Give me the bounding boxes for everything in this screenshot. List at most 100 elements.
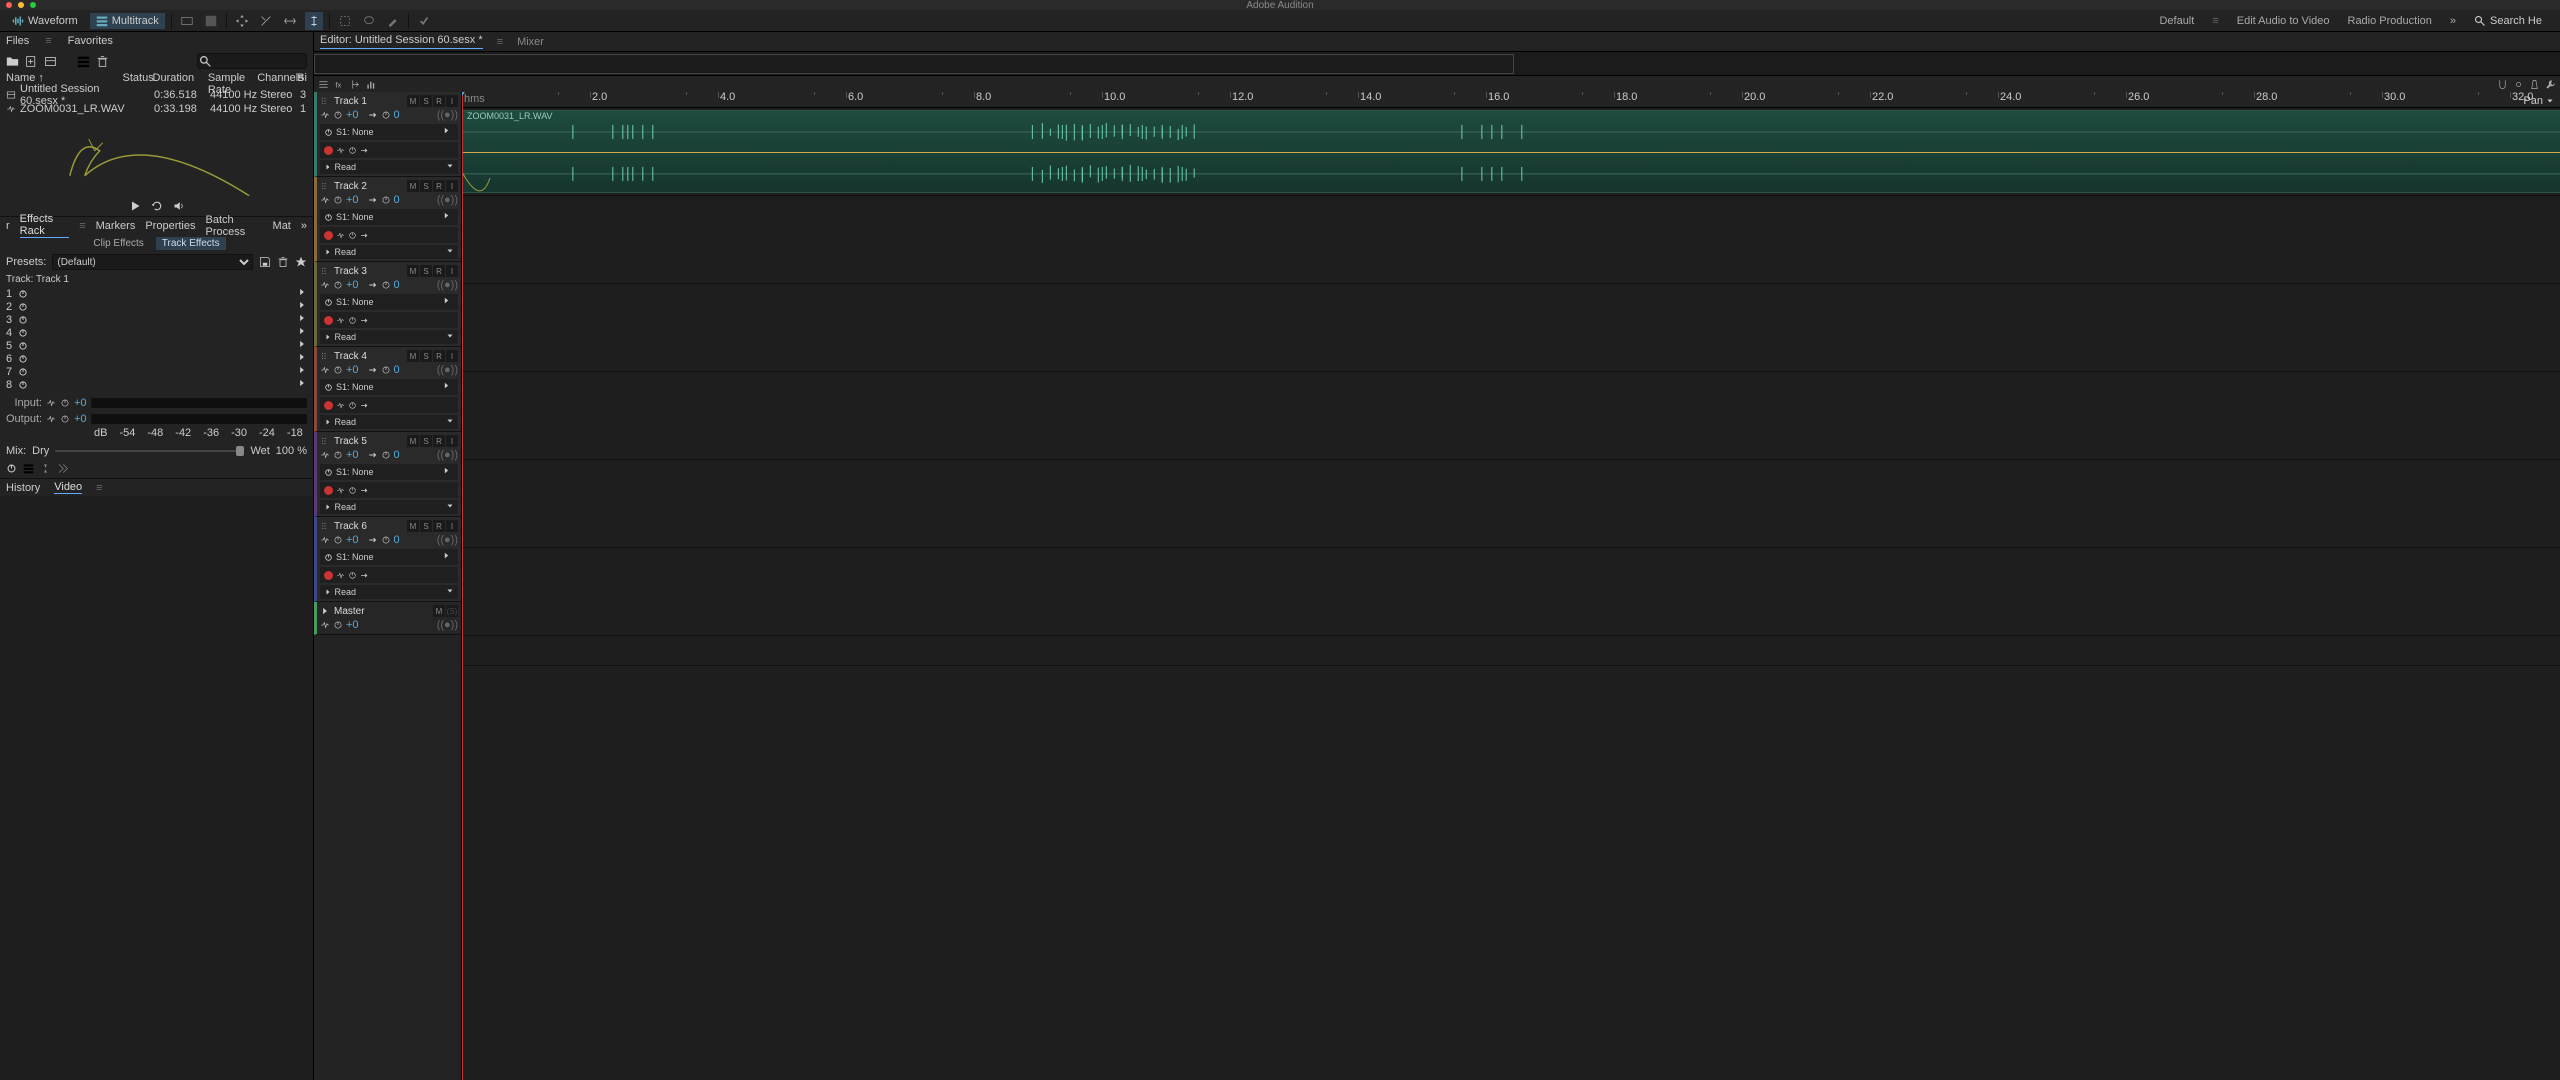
record-input[interactable] [320, 227, 458, 243]
fx-slot[interactable]: 2 [0, 300, 313, 313]
help-search[interactable]: Search He [2474, 15, 2542, 27]
mute-button[interactable]: M [407, 180, 419, 192]
window-maximize[interactable] [30, 2, 36, 8]
metronome-icon[interactable] [2529, 79, 2540, 90]
record-button[interactable]: R [433, 180, 445, 192]
mix-slider[interactable] [55, 450, 244, 452]
fx-slot[interactable]: 8 [0, 378, 313, 391]
record-input[interactable] [320, 397, 458, 413]
input-monitor-button[interactable]: I [446, 265, 458, 277]
input-monitor-button[interactable]: I [446, 350, 458, 362]
fx-list-icon[interactable] [23, 463, 34, 474]
automation-mode[interactable]: Read [320, 160, 458, 174]
track-header[interactable]: Track 3 MSRI +0 0 ((●)) S1: None Read [314, 262, 461, 347]
wrench-icon[interactable] [2545, 79, 2556, 90]
input-monitor-button[interactable]: I [446, 95, 458, 107]
tool-spectral-icon[interactable] [202, 12, 220, 30]
wet-percent[interactable]: 100 % [276, 445, 307, 457]
fx-apply-icon[interactable] [57, 463, 68, 474]
automation-mode[interactable]: Read [320, 585, 458, 599]
track-header[interactable]: Track 4 MSRI +0 0 ((●)) S1: None Read [314, 347, 461, 432]
workspace-radio-production[interactable]: Radio Production [2348, 15, 2432, 27]
record-button[interactable]: R [433, 520, 445, 532]
master-track-header[interactable]: Master M(S) +0((●)) [314, 602, 461, 635]
mute-button[interactable]: M [407, 520, 419, 532]
mute-button[interactable]: M [407, 350, 419, 362]
mute-button[interactable]: M [433, 605, 445, 617]
tool-marquee-icon[interactable] [336, 12, 354, 30]
toggle-eq-icon[interactable] [366, 79, 377, 90]
editor-tab[interactable]: Editor: Untitled Session 60.sesx * [320, 34, 483, 49]
tool-brush-icon[interactable] [384, 12, 402, 30]
track-lane[interactable] [462, 548, 2560, 636]
track-header[interactable]: Track 5 MSRI +0 0 ((●)) S1: None Read [314, 432, 461, 517]
playhead[interactable] [462, 92, 463, 1080]
toggle-sends-icon[interactable] [350, 79, 361, 90]
clip-effects-subtab[interactable]: Clip Effects [87, 237, 149, 250]
video-tab[interactable]: Video [54, 481, 82, 494]
autoplay-icon[interactable] [173, 200, 185, 212]
preset-save-icon[interactable] [259, 256, 271, 268]
send-slot[interactable]: S1: None [320, 124, 458, 140]
tool-lasso-icon[interactable] [360, 12, 378, 30]
mute-button[interactable]: M [407, 435, 419, 447]
fx-power-all-icon[interactable] [6, 463, 17, 474]
presets-select[interactable]: (Default) [52, 254, 253, 270]
workspace-more-icon[interactable]: » [2450, 15, 2456, 27]
mat-tab[interactable]: Mat [273, 220, 291, 232]
multitrack-view-button[interactable]: Multitrack [90, 13, 165, 29]
automation-mode[interactable]: Read [320, 245, 458, 259]
record-button[interactable]: R [433, 350, 445, 362]
master-lane[interactable] [462, 636, 2560, 666]
panel-tab-r[interactable]: r [6, 220, 10, 232]
fx-slot[interactable]: 4 [0, 326, 313, 339]
mute-button[interactable]: M [407, 95, 419, 107]
track-header[interactable]: Track 2 MSRI +0 0 ((●)) S1: None Read [314, 177, 461, 262]
solo-button[interactable]: S [420, 435, 432, 447]
solo-button[interactable]: S [420, 350, 432, 362]
fx-slot[interactable]: 5 [0, 339, 313, 352]
tool-slip-icon[interactable] [281, 12, 299, 30]
fx-slot[interactable]: 6 [0, 352, 313, 365]
history-tab[interactable]: History [6, 482, 40, 494]
toggle-fx-icon[interactable]: fx [334, 79, 345, 90]
ripple-icon[interactable] [2513, 79, 2524, 90]
open-file-icon[interactable] [6, 55, 19, 68]
tool-time-selection-icon[interactable] [305, 12, 323, 30]
tool-rectangle-icon[interactable] [178, 12, 196, 30]
preset-favorite-icon[interactable] [295, 256, 307, 268]
output-gain-value[interactable]: +0 [74, 413, 87, 425]
record-button[interactable]: R [433, 265, 445, 277]
timeline-ruler[interactable]: hms Pan 2.04.06.08.010.012.014.016.018.0… [462, 92, 2560, 108]
mixer-tab[interactable]: Mixer [517, 36, 544, 48]
solo-button[interactable]: S [420, 95, 432, 107]
delete-file-icon[interactable] [96, 55, 109, 68]
file-row[interactable]: ZOOM0031_LR.WAV0:33.19844100 HzStereo1 [0, 102, 313, 116]
track-lane[interactable] [462, 372, 2560, 460]
track-header[interactable]: Track 1 MSRI +0 0 ((●)) S1: None Read [314, 92, 461, 177]
fx-slot[interactable]: 7 [0, 365, 313, 378]
record-input[interactable] [320, 482, 458, 498]
solo-button[interactable]: S [420, 265, 432, 277]
track-lane[interactable] [462, 284, 2560, 372]
track-effects-subtab[interactable]: Track Effects [156, 237, 226, 250]
loop-icon[interactable] [151, 200, 163, 212]
new-file-icon[interactable] [25, 55, 38, 68]
play-icon[interactable] [129, 200, 141, 212]
record-button[interactable]: R [433, 95, 445, 107]
tool-heal-icon[interactable] [415, 12, 433, 30]
mute-button[interactable]: M [407, 265, 419, 277]
solo-button[interactable]: S [420, 180, 432, 192]
send-slot[interactable]: S1: None [320, 209, 458, 225]
import-icon[interactable] [44, 55, 57, 68]
file-row[interactable]: Untitled Session 60.sesx *0:36.51844100 … [0, 88, 313, 102]
favorites-tab[interactable]: Favorites [68, 35, 113, 47]
input-monitor-button[interactable]: I [446, 435, 458, 447]
toggle-inputs-icon[interactable] [318, 79, 329, 90]
automation-mode[interactable]: Read [320, 330, 458, 344]
preset-delete-icon[interactable] [277, 256, 289, 268]
automation-mode[interactable]: Read [320, 415, 458, 429]
properties-tab[interactable]: Properties [145, 220, 195, 232]
input-monitor-button[interactable]: I [446, 180, 458, 192]
tool-razor-icon[interactable] [257, 12, 275, 30]
